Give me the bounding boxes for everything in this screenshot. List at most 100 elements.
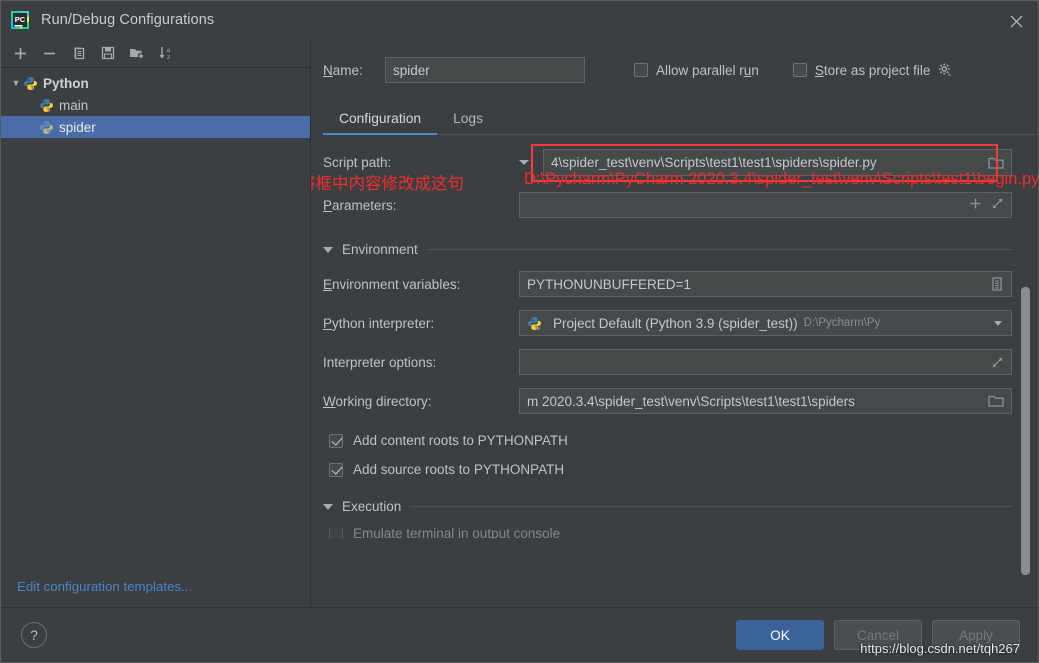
- tab-configuration[interactable]: Configuration: [323, 105, 438, 135]
- expand-icon[interactable]: [991, 197, 1004, 213]
- tree-item-main[interactable]: main: [1, 94, 310, 116]
- chevron-down-icon[interactable]: [323, 246, 333, 253]
- svg-text:z: z: [167, 54, 170, 61]
- execution-section-title: Execution: [342, 499, 402, 514]
- python-interpreter-value: Project Default (Python 3.9 (spider_test…: [553, 315, 798, 331]
- add-configuration-button[interactable]: [7, 41, 34, 66]
- help-button[interactable]: ?: [21, 622, 47, 648]
- working-directory-input[interactable]: m 2020.3.4\spider_test\venv\Scripts\test…: [519, 388, 1012, 414]
- sort-configurations-button[interactable]: a z: [152, 41, 179, 66]
- chevron-down-icon[interactable]: [984, 317, 1004, 329]
- svg-text:PC: PC: [15, 15, 26, 24]
- interpreter-options-input[interactable]: [519, 349, 1012, 375]
- form-vertical-scrollbar[interactable]: [1021, 287, 1030, 575]
- environment-variables-value: PYTHONUNBUFFERED=1: [527, 276, 691, 292]
- folder-browse-icon[interactable]: [980, 156, 1004, 170]
- name-input[interactable]: spider: [385, 57, 585, 83]
- sidebar-toolbar: a z: [1, 39, 310, 68]
- name-row: Name: spider Allow parallel run Store as…: [311, 39, 1038, 83]
- allow-parallel-run-checkbox[interactable]: Allow parallel run: [634, 63, 759, 78]
- checkbox-box: [634, 63, 648, 77]
- environment-section-header[interactable]: Environment: [323, 242, 1012, 257]
- environment-section-title: Environment: [342, 242, 418, 257]
- svg-text:a: a: [167, 47, 171, 54]
- interpreter-options-label: Interpreter options:: [323, 354, 437, 370]
- add-content-roots-label: Add content roots to PYTHONPATH: [353, 433, 568, 448]
- plus-icon[interactable]: [969, 197, 982, 213]
- window-title: Run/Debug Configurations: [41, 12, 215, 28]
- store-as-project-file-checkbox[interactable]: Store as project file: [792, 62, 931, 78]
- emulate-terminal-label: Emulate terminal in output console: [353, 528, 561, 539]
- allow-parallel-run-label: Allow parallel run: [656, 62, 759, 78]
- parameters-label: Parameters:: [323, 197, 397, 213]
- save-configuration-button[interactable]: [94, 41, 121, 66]
- copy-configuration-button[interactable]: [65, 41, 92, 66]
- interpreter-options-row: Interpreter options:: [323, 349, 1012, 375]
- checkbox-box: [329, 433, 343, 448]
- dialog-body: a z ▼ Python main spider Edit configurat…: [1, 39, 1038, 607]
- tab-logs[interactable]: Logs: [437, 105, 499, 134]
- emulate-terminal-checkbox[interactable]: Emulate terminal in output console: [329, 528, 1012, 539]
- ok-button[interactable]: OK: [736, 620, 824, 650]
- svg-text:v: v: [537, 325, 541, 331]
- name-label: Name:: [323, 62, 363, 78]
- name-input-value: spider: [393, 62, 430, 78]
- python-interpreter-label: Python interpreter:: [323, 315, 435, 331]
- close-icon[interactable]: [1004, 9, 1028, 33]
- add-source-roots-checkbox[interactable]: Add source roots to PYTHONPATH: [329, 462, 1012, 477]
- pycharm-logo-icon: PC: [10, 10, 30, 30]
- add-source-roots-label: Add source roots to PYTHONPATH: [353, 462, 565, 477]
- chevron-down-icon[interactable]: ▼: [9, 78, 23, 88]
- working-directory-label: Working directory:: [323, 393, 432, 409]
- edit-configuration-templates-link[interactable]: Edit configuration templates...: [1, 579, 310, 607]
- environment-variables-label: Environment variables:: [323, 276, 461, 292]
- python-venv-icon: v: [527, 316, 542, 332]
- run-debug-configurations-dialog: PC Run/Debug Configurations a z ▼ Python…: [0, 0, 1039, 663]
- tree-group-python[interactable]: ▼ Python: [1, 72, 310, 94]
- python-icon: [23, 76, 38, 91]
- python-icon: [39, 98, 54, 113]
- annotation-red-path: D:\Pycharm\PyCharm 2020.3.4\spider_test\…: [524, 170, 1038, 188]
- python-icon: [39, 120, 54, 135]
- environment-variables-row: Environment variables: PYTHONUNBUFFERED=…: [323, 271, 1012, 297]
- section-divider: [410, 506, 1012, 507]
- checkbox-box: [792, 63, 807, 77]
- configuration-content-pane: Name: spider Allow parallel run Store as…: [311, 39, 1038, 607]
- configuration-form: Script path: 4\spider_test\venv\Scripts\…: [311, 135, 1038, 607]
- list-edit-icon[interactable]: [982, 276, 1004, 292]
- script-path-value: 4\spider_test\venv\Scripts\test1\test1\s…: [551, 155, 877, 170]
- configurations-tree: ▼ Python main spider: [1, 68, 310, 579]
- python-interpreter-hint: D:\Pycharm\Py: [803, 317, 881, 329]
- script-path-label: Script path:: [323, 155, 392, 170]
- execution-section-header[interactable]: Execution: [323, 499, 1012, 514]
- python-interpreter-row: Python interpreter: v Project Default (P…: [323, 310, 1012, 336]
- expand-icon[interactable]: [983, 356, 1004, 369]
- section-divider: [426, 249, 1012, 250]
- parameters-input[interactable]: [519, 192, 1012, 218]
- configurations-sidebar: a z ▼ Python main spider Edit configurat…: [1, 39, 311, 607]
- environment-variables-input[interactable]: PYTHONUNBUFFERED=1: [519, 271, 1012, 297]
- gear-icon[interactable]: [937, 62, 953, 78]
- add-content-roots-checkbox[interactable]: Add content roots to PYTHONPATH: [329, 433, 1012, 448]
- tree-group-python-label: Python: [43, 75, 89, 91]
- new-folder-button[interactable]: [123, 41, 150, 66]
- python-interpreter-dropdown[interactable]: v Project Default (Python 3.9 (spider_te…: [519, 310, 1012, 336]
- titlebar: PC Run/Debug Configurations: [1, 1, 1038, 39]
- tree-item-spider[interactable]: spider: [1, 116, 310, 138]
- remove-configuration-button[interactable]: [36, 41, 63, 66]
- working-directory-row: Working directory: m 2020.3.4\spider_tes…: [323, 388, 1012, 414]
- annotation-chinese-note: 将框中内容修改成这句: [311, 175, 464, 193]
- checkbox-box: [329, 528, 343, 539]
- parameters-row: Parameters:: [323, 192, 1012, 218]
- tree-item-main-label: main: [59, 97, 89, 113]
- dialog-footer: ? OK Cancel Apply https://blog.csdn.net/…: [1, 607, 1038, 662]
- script-path-mode-dropdown-icon[interactable]: [519, 160, 529, 165]
- configuration-tabs: Configuration Logs: [323, 105, 1038, 135]
- checkbox-box: [329, 462, 343, 477]
- watermark: https://blog.csdn.net/tqh267: [860, 641, 1020, 656]
- chevron-down-icon[interactable]: [323, 503, 333, 510]
- store-as-project-file-label: Store as project file: [814, 62, 931, 78]
- tree-item-spider-label: spider: [59, 119, 96, 135]
- folder-browse-icon[interactable]: [980, 394, 1004, 408]
- working-directory-value: m 2020.3.4\spider_test\venv\Scripts\test…: [527, 393, 855, 409]
